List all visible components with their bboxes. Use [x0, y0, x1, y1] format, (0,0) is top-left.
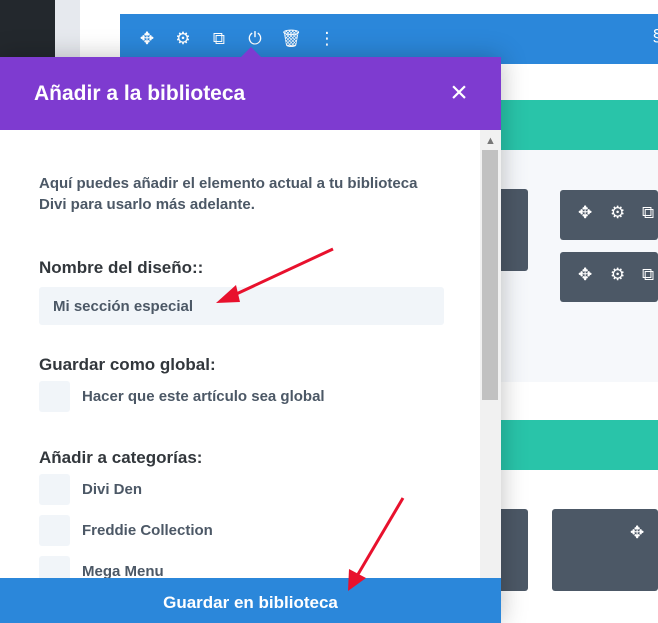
category-label: Mega Menu [82, 563, 164, 578]
modal-description: Aquí puedes añadir el elemento actual a … [39, 175, 418, 213]
duplicate-icon[interactable]: ⧉ [642, 265, 654, 285]
modal-title: Añadir a la biblioteca [34, 82, 246, 105]
move-icon[interactable]: ✥ [578, 203, 592, 223]
category-label: Divi Den [82, 481, 143, 498]
modal-pointer [241, 47, 261, 57]
duplicate-icon[interactable]: ⧉ [208, 26, 230, 52]
scroll-up-icon[interactable]: ▲ [480, 130, 501, 150]
scrollbar-thumb[interactable] [482, 150, 498, 400]
module-toolbar: ✥ ⚙ ⧉ [560, 190, 658, 240]
category-checkbox[interactable] [39, 515, 70, 546]
modal-body: Aquí puedes añadir el elemento actual a … [0, 130, 480, 578]
gear-icon[interactable]: ⚙ [172, 26, 194, 52]
trash-icon[interactable]: 🗑 [280, 26, 302, 52]
category-item[interactable]: Freddie Collection [39, 515, 213, 546]
save-as-global-label: Guardar como global: [39, 355, 216, 374]
modal-header: Añadir a la biblioteca × [0, 57, 501, 130]
move-icon[interactable]: ✥ [136, 26, 158, 52]
global-checkbox[interactable] [39, 381, 70, 412]
category-item[interactable]: Divi Den [39, 474, 142, 505]
row-toolbar [500, 100, 658, 150]
column-block: ✥ [552, 509, 658, 591]
category-label: Freddie Collection [82, 522, 213, 539]
layout-name-input[interactable] [39, 287, 444, 325]
close-button[interactable]: × [446, 77, 472, 109]
global-option-label: Hacer que este artículo sea global [82, 388, 325, 405]
save-to-library-button[interactable]: Guardar en biblioteca [0, 578, 501, 623]
duplicate-icon[interactable]: ⧉ [642, 203, 654, 223]
gear-icon[interactable]: ⚙ [610, 265, 625, 285]
layout-name-label: Nombre del diseño:: [39, 258, 204, 277]
move-icon[interactable]: ✥ [578, 265, 592, 285]
module-toolbar: ✥ ⚙ ⧉ [560, 252, 658, 302]
global-option[interactable]: Hacer que este artículo sea global [39, 381, 325, 412]
add-to-library-modal: Añadir a la biblioteca × Aquí puedes aña… [0, 47, 501, 623]
move-icon[interactable]: ✥ [630, 523, 644, 543]
row-toolbar [500, 420, 658, 470]
gear-icon[interactable]: ⚙ [610, 203, 625, 223]
category-item[interactable]: Mega Menu [39, 556, 164, 578]
category-checkbox[interactable] [39, 474, 70, 505]
toolbar-overflow-icon: § [653, 26, 658, 46]
more-icon[interactable]: ⋮ [316, 26, 338, 52]
categories-label: Añadir a categorías: [39, 448, 203, 467]
category-checkbox[interactable] [39, 556, 70, 578]
close-icon: × [450, 76, 468, 109]
